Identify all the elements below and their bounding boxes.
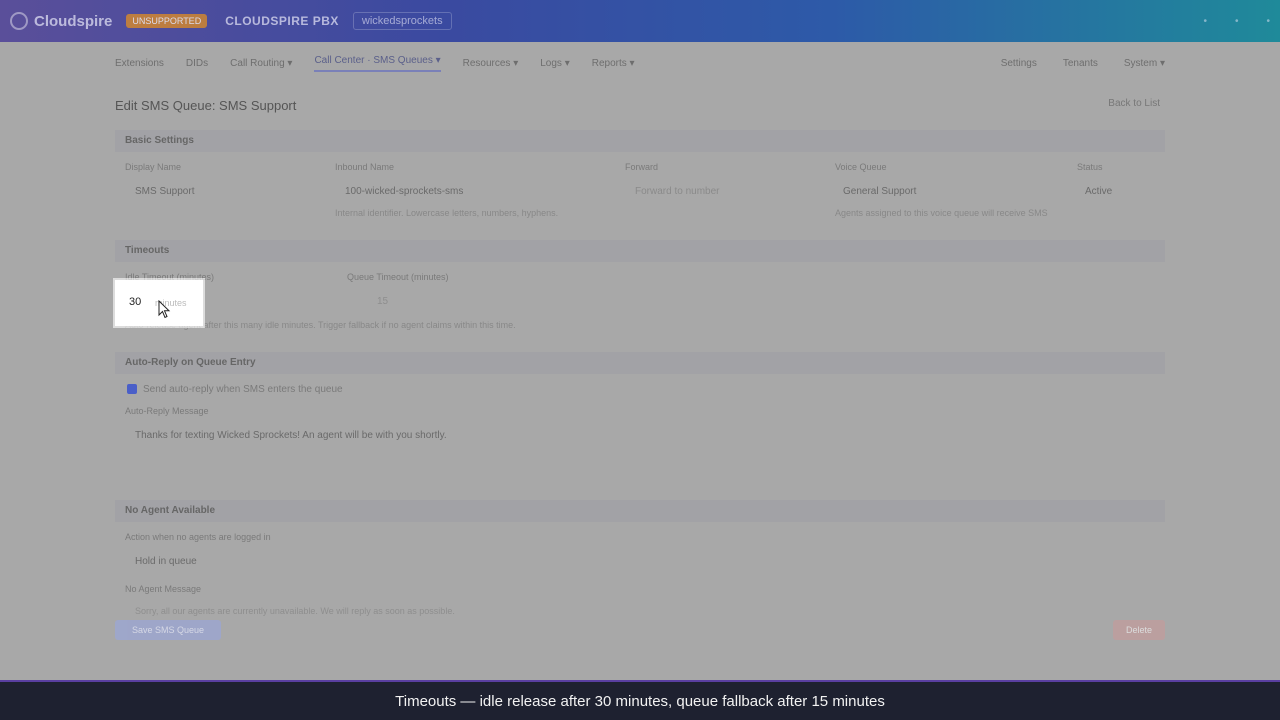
logo-text: Cloudspire: [34, 12, 113, 30]
caption-text: Timeouts — idle release after 30 minutes…: [395, 692, 885, 710]
top-menu-dot-3[interactable]: •: [1266, 16, 1270, 27]
no-agent-action-select[interactable]: Hold in queue: [135, 556, 197, 567]
no-agent-action-label: Action when no agents are logged in: [125, 532, 271, 542]
inbound-name-label: Inbound Name: [335, 162, 395, 172]
top-right-menu: • • •: [1203, 16, 1270, 27]
queue-timeout-input[interactable]: 15: [377, 296, 388, 307]
voice-queue-select[interactable]: General Support: [843, 186, 916, 197]
no-agent-section: No Agent Available Action when no agents…: [115, 500, 1165, 616]
section-heading: Basic Settings: [115, 130, 1165, 152]
brand-name: CLOUDSPIRE PBX: [225, 14, 339, 28]
forward-label: Forward: [625, 162, 659, 172]
auto-reply-message-textarea[interactable]: Thanks for texting Wicked Sprockets! An …: [135, 430, 447, 441]
auto-reply-section: Auto-Reply on Queue Entry Send auto-repl…: [115, 352, 1165, 462]
cloud-logo-icon: [10, 12, 28, 30]
section-heading: Auto-Reply on Queue Entry: [115, 352, 1165, 374]
nav-tenants[interactable]: Tenants: [1063, 58, 1098, 69]
inbound-name-hint: Internal identifier. Lowercase letters, …: [335, 208, 559, 218]
voice-queue-label: Voice Queue: [835, 162, 887, 172]
top-menu-dot-1[interactable]: •: [1203, 16, 1207, 27]
status-select[interactable]: Active: [1085, 186, 1112, 197]
auto-reply-checkbox[interactable]: [127, 384, 137, 394]
display-name-input[interactable]: SMS Support: [135, 186, 194, 197]
no-agent-message-label: No Agent Message: [125, 584, 202, 594]
inbound-name-input[interactable]: 100-wicked-sprockets-sms: [345, 186, 463, 197]
section-heading: No Agent Available: [115, 500, 1165, 522]
queue-timeout-label: Queue Timeout (minutes): [347, 272, 449, 282]
nav-reports[interactable]: Reports ▾: [592, 58, 635, 69]
nav-resources[interactable]: Resources ▾: [463, 58, 519, 69]
timeouts-section: Timeouts Idle Timeout (minutes) Queue Ti…: [115, 240, 1165, 340]
page-title: Edit SMS Queue: SMS Support: [115, 98, 297, 113]
section-heading: Timeouts: [115, 240, 1165, 262]
top-navbar: Cloudspire UNSUPPORTED CLOUDSPIRE PBX wi…: [0, 0, 1280, 42]
delete-queue-button[interactable]: Delete: [1113, 620, 1165, 640]
nav-dids[interactable]: DIDs: [186, 58, 208, 69]
display-name-label: Display Name: [125, 162, 182, 172]
mouse-pointer-icon: [158, 300, 171, 319]
save-queue-button[interactable]: Save SMS Queue: [115, 620, 221, 640]
main-nav: Extensions DIDs Call Routing ▾ Call Cent…: [115, 50, 1165, 76]
auto-reply-checkbox-label: Send auto-reply when SMS enters the queu…: [143, 384, 343, 395]
top-menu-dot-2[interactable]: •: [1235, 16, 1239, 27]
nav-extensions[interactable]: Extensions: [115, 58, 164, 69]
no-agent-message-textarea[interactable]: Sorry, all our agents are currently unav…: [135, 606, 455, 616]
nav-settings[interactable]: Settings: [1001, 58, 1037, 69]
status-label: Status: [1077, 162, 1103, 172]
tenant-selector[interactable]: wickedsprockets: [352, 12, 452, 30]
environment-badge: UNSUPPORTED: [126, 14, 208, 28]
idle-timeout-value: 30: [129, 296, 142, 308]
nav-call-center[interactable]: Call Center · SMS Queues ▾: [314, 55, 441, 72]
back-to-list-button[interactable]: Back to List: [1108, 98, 1160, 109]
caption-bar: Timeouts — idle release after 30 minutes…: [0, 680, 1280, 720]
nav-system[interactable]: System ▾: [1124, 58, 1165, 69]
app-logo[interactable]: Cloudspire: [10, 12, 112, 30]
auto-reply-message-label: Auto-Reply Message: [125, 406, 209, 416]
forward-input[interactable]: Forward to number: [635, 186, 719, 197]
nav-call-routing[interactable]: Call Routing ▾: [230, 58, 292, 69]
basic-settings-section: Basic Settings Display Name SMS Support …: [115, 130, 1165, 230]
nav-logs[interactable]: Logs ▾: [540, 58, 569, 69]
voice-queue-hint: Agents assigned to this voice queue will…: [835, 208, 1048, 218]
